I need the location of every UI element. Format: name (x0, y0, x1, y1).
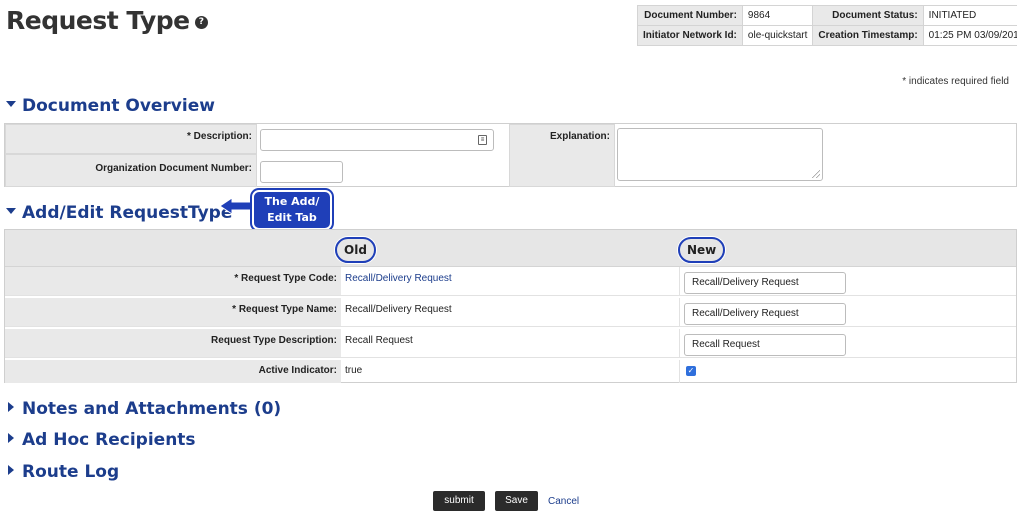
creation-timestamp-label: Creation Timestamp: (812, 25, 924, 46)
explanation-label: Explanation: (509, 124, 615, 187)
column-divider (679, 360, 680, 383)
document-info-table: Document Number: 9864 Document Status: I… (637, 5, 1017, 46)
request-type-name-old: Recall/Delivery Request (345, 304, 452, 315)
column-divider (679, 267, 680, 295)
table-row: Active Indicator: true ✓ (5, 360, 1016, 383)
ad-hoc-recipients-header: Ad Hoc Recipients (22, 430, 196, 450)
route-log-header: Route Log (22, 462, 120, 482)
cancel-link[interactable]: Cancel (548, 496, 579, 507)
description-label: * Description: (5, 124, 257, 154)
doc-number-label: Document Number: (637, 5, 743, 26)
callout-line-2: Edit Tab (267, 211, 317, 224)
initiator-value: ole-quickstart (741, 25, 814, 46)
request-type-description-input[interactable]: Recall Request (684, 334, 846, 356)
doc-number-value: 9864 (741, 5, 814, 26)
page-title: Request Type? (6, 6, 208, 35)
add-edit-column-header: Old New (5, 230, 1016, 267)
help-icon[interactable]: ? (194, 15, 208, 29)
add-edit-section-toggle[interactable]: Add/Edit RequestType (6, 203, 232, 223)
save-button[interactable]: Save (495, 491, 538, 511)
add-edit-header: Add/Edit RequestType (22, 203, 233, 223)
notes-attachments-toggle[interactable]: Notes and Attachments (0) (6, 399, 281, 419)
explanation-textarea[interactable] (617, 128, 823, 181)
caret-right-icon (8, 465, 14, 475)
notes-attachments-header: Notes and Attachments (0) (22, 399, 282, 419)
active-indicator-checkbox[interactable]: ✓ (686, 366, 696, 376)
page-title-text: Request Type (6, 6, 190, 35)
active-indicator-old: true (345, 365, 363, 376)
callout-arrow-icon (219, 197, 254, 215)
active-indicator-label: Active Indicator: (5, 360, 341, 383)
request-type-name-label: * Request Type Name: (5, 298, 341, 326)
caret-right-icon (8, 402, 14, 412)
column-divider (679, 298, 680, 326)
doc-status-value: INITIATED (922, 5, 1017, 26)
request-type-name-input[interactable]: Recall/Delivery Request (684, 303, 846, 325)
table-row: Request Type Description: Recall Request… (5, 329, 1016, 358)
submit-button[interactable]: submit (433, 491, 485, 511)
request-type-code-input[interactable]: Recall/Delivery Request (684, 272, 846, 294)
request-type-code-old-link[interactable]: Recall/Delivery Request (345, 273, 452, 284)
org-doc-number-field[interactable] (260, 161, 343, 183)
description-field[interactable]: ≡ (260, 129, 494, 151)
document-overview-toggle[interactable]: Document Overview (6, 96, 215, 116)
request-type-code-label: * Request Type Code: (5, 267, 341, 295)
document-overview-header: Document Overview (22, 96, 215, 116)
expand-text-icon[interactable]: ≡ (478, 135, 487, 145)
initiator-label: Initiator Network Id: (637, 25, 743, 46)
caret-right-icon (8, 433, 14, 443)
request-type-description-label: Request Type Description: (5, 329, 341, 357)
required-field-note: * indicates required field (902, 76, 1009, 87)
caret-down-icon (6, 101, 16, 107)
column-divider (679, 329, 680, 357)
new-column-label: New (678, 237, 726, 263)
add-edit-panel: Old New * Request Type Code: Recall/Deli… (4, 229, 1017, 383)
add-edit-tab-callout: The Add/ Edit Tab (252, 190, 332, 230)
caret-down-icon (6, 208, 16, 214)
request-type-description-old: Recall Request (345, 335, 413, 346)
document-overview-panel: * Description: ≡ Organization Document N… (4, 123, 1017, 187)
ad-hoc-recipients-toggle[interactable]: Ad Hoc Recipients (6, 430, 196, 450)
doc-status-label: Document Status: (812, 5, 924, 26)
table-row: * Request Type Code: Recall/Delivery Req… (5, 267, 1016, 296)
creation-timestamp-value: 01:25 PM 03/09/2015 (922, 25, 1017, 46)
route-log-toggle[interactable]: Route Log (6, 462, 119, 482)
resize-grip-icon[interactable] (812, 170, 820, 178)
callout-line-1: The Add/ (264, 195, 320, 208)
table-row: * Request Type Name: Recall/Delivery Req… (5, 298, 1016, 327)
old-column-label: Old (335, 237, 376, 263)
org-doc-number-label: Organization Document Number: (5, 154, 257, 187)
